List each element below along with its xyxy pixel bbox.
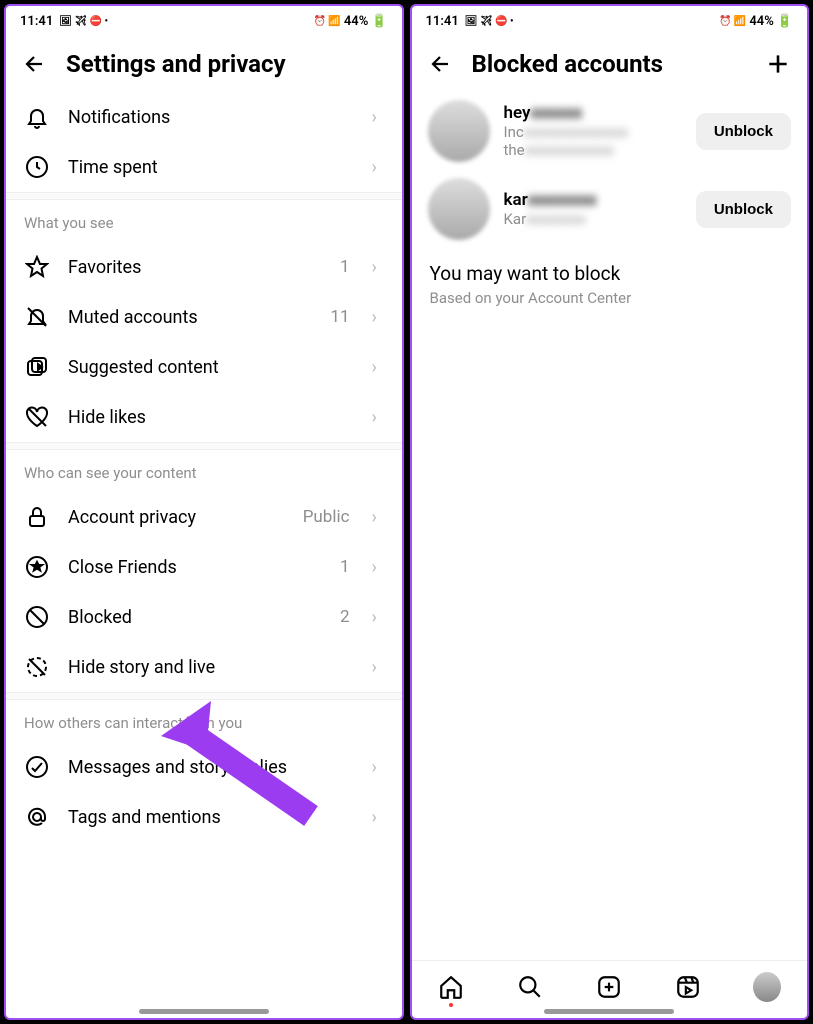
page-header: Blocked accounts [412,36,808,92]
row-tags-mentions[interactable]: Tags and mentions › [6,792,402,842]
chevron-right-icon: › [372,307,384,328]
back-button[interactable] [428,51,454,77]
status-time: 11:41 [426,14,459,29]
blocked-account-row: karxxxxxxxx Karxxxxxxxx Unblock [412,170,808,248]
row-messages-replies[interactable]: Messages and story replies › [6,742,402,792]
section-header: How others can interact with you [6,700,402,742]
chevron-right-icon: › [372,257,384,278]
chevron-right-icon: › [372,507,384,528]
phone-right: 11:41 🖼 ✈ ⛔ • ⏰ 📶 44% 🔋 Blocked accounts… [410,4,810,1020]
avatar[interactable] [428,178,490,240]
play-circle-icon [24,354,50,380]
home-indicator[interactable] [139,1009,269,1014]
clock-icon [24,154,50,180]
row-muted-accounts[interactable]: Muted accounts 11 › [6,292,402,342]
row-label: Notifications [68,107,354,128]
chevron-right-icon: › [372,657,384,678]
suggest-sub: Based on your Account Center [430,289,790,307]
nav-create[interactable] [595,973,623,1001]
unblock-button[interactable]: Unblock [696,191,791,228]
status-left-icons: 🖼 ✈ ⛔ • [465,16,514,27]
status-left-icons: 🖼 ✈ ⛔ • [59,16,108,27]
message-icon [24,754,50,780]
status-right-icons: ⏰ 📶 [719,16,746,27]
story-off-icon [24,654,50,680]
nav-reels[interactable] [674,973,702,1001]
profile-avatar-icon [753,972,781,1002]
section-header: What you see [6,200,402,242]
heart-off-icon [24,404,50,430]
chevron-right-icon: › [372,157,384,178]
nav-profile[interactable] [753,973,781,1001]
lock-icon [24,504,50,530]
divider [6,192,402,200]
chevron-right-icon: › [372,757,384,778]
row-suggested-content[interactable]: Suggested content › [6,342,402,392]
suggest-block: You may want to block Based on your Acco… [412,248,808,315]
status-battery: 44% [749,14,773,29]
home-indicator[interactable] [544,1009,674,1014]
page-title: Blocked accounts [472,50,748,78]
row-favorites[interactable]: Favorites 1 › [6,242,402,292]
status-bar: 11:41 🖼 ✈ ⛔ • ⏰ 📶 44% 🔋 [412,6,808,36]
star-icon [24,254,50,280]
page-header: Settings and privacy [6,36,402,92]
row-time-spent[interactable]: Time spent › [6,142,402,192]
row-blocked[interactable]: Blocked 2 › [6,592,402,642]
chevron-right-icon: › [372,607,384,628]
back-button[interactable] [22,51,48,77]
divider [6,442,402,450]
section-header: Who can see your content [6,450,402,492]
bell-icon [24,104,50,130]
chevron-right-icon: › [372,107,384,128]
at-icon [24,804,50,830]
status-bar: 11:41 🖼 ✈ ⛔ • ⏰ 📶 44% 🔋 [6,6,402,36]
battery-icon: 🔋 [371,14,387,29]
nav-search[interactable] [516,973,544,1001]
row-close-friends[interactable]: Close Friends 1 › [6,542,402,592]
add-button[interactable] [765,51,791,77]
chevron-right-icon: › [372,407,384,428]
row-account-privacy[interactable]: Account privacy Public › [6,492,402,542]
row-hide-likes[interactable]: Hide likes › [6,392,402,442]
row-notifications[interactable]: Notifications › [6,92,402,142]
blocked-username: heyxxxxxx [504,103,682,123]
status-time: 11:41 [20,14,53,29]
nav-home[interactable] [437,973,465,1001]
notification-dot [449,1003,453,1007]
row-hide-story[interactable]: Hide story and live › [6,642,402,692]
status-right-icons: ⏰ 📶 [313,16,340,27]
battery-icon: 🔋 [777,14,793,29]
unblock-button[interactable]: Unblock [696,113,791,150]
page-title: Settings and privacy [66,50,386,78]
blocked-username: karxxxxxxxx [504,190,682,210]
star-circle-icon [24,554,50,580]
divider [6,692,402,700]
suggest-title: You may want to block [430,262,790,285]
blocked-account-row: heyxxxxxx Incxxxxxxxxxxxxxx thexxxxxxxxx… [412,92,808,170]
chevron-right-icon: › [372,557,384,578]
chevron-right-icon: › [372,807,384,828]
avatar[interactable] [428,100,490,162]
bell-off-icon [24,304,50,330]
chevron-right-icon: › [372,357,384,378]
block-icon [24,604,50,630]
phone-left: 11:41 🖼 ✈ ⛔ • ⏰ 📶 44% 🔋 Settings and pri… [4,4,404,1020]
status-battery: 44% [344,14,368,29]
